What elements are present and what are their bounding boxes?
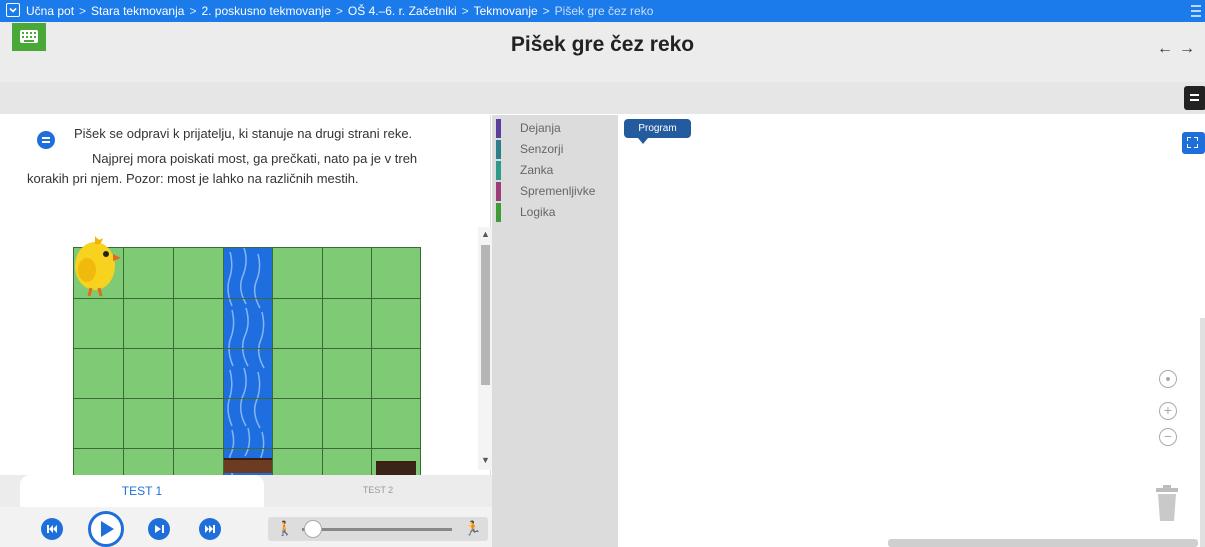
top-navigation-bar: Učna pot > Stara tekmovanja >2. poskusno te…: [0, 0, 1205, 22]
breadcrumb-item[interactable]: Stara tekmovanja: [91, 4, 184, 18]
breadcrumb-item[interactable]: OŠ 4.–6. r. Začetniki: [348, 4, 457, 18]
category-label: Dejanja: [520, 121, 561, 135]
task-text-line: korakih pri njem. Pozor: most je lahko n…: [27, 171, 359, 186]
category-label: Logika: [520, 205, 556, 219]
breadcrumb-separator: >: [335, 4, 343, 18]
trash-icon[interactable]: [1153, 484, 1181, 522]
river: [224, 248, 272, 475]
breadcrumb-separator: >: [542, 4, 550, 18]
category-color-bar: [496, 119, 501, 138]
category-label: Zanka: [520, 163, 554, 177]
game-board: [73, 247, 421, 475]
skip-to-end-button[interactable]: [199, 518, 221, 540]
category-label: Spremenljivke: [520, 184, 596, 198]
breadcrumb: Učna pot > Stara tekmovanja >2. poskusno te…: [26, 0, 653, 22]
breadcrumb-separator: >: [461, 4, 469, 18]
category-dejanja[interactable]: Dejanja: [492, 118, 618, 138]
breadcrumb-item[interactable]: Učna pot: [26, 4, 74, 18]
scroll-up-icon[interactable]: ▲: [481, 229, 490, 239]
breadcrumb-separator: >: [189, 4, 197, 18]
task-text-line: Pišek se odpravi k prijatelju, ki stanuj…: [74, 126, 413, 141]
zoom-out-icon[interactable]: −: [1159, 428, 1177, 446]
play-button[interactable]: [88, 511, 124, 547]
zoom-in-icon[interactable]: +: [1159, 402, 1177, 420]
play-icon: [101, 521, 114, 537]
task-scrollbar[interactable]: ▲ ▼: [478, 227, 492, 470]
task-description-icon: [37, 131, 55, 149]
hamburger-icon[interactable]: [1191, 2, 1201, 20]
toolbar-strip: [0, 82, 1205, 114]
skip-back-icon: [47, 525, 57, 533]
bridge: [224, 458, 272, 473]
tab-test-1[interactable]: TEST 1: [20, 475, 264, 507]
category-senzorji[interactable]: Senzorji: [492, 139, 618, 159]
program-start-block[interactable]: Program: [624, 119, 691, 144]
tab-test-2[interactable]: TEST 2: [264, 475, 492, 507]
speed-slider-knob[interactable]: [303, 520, 322, 538]
category-zanka[interactable]: Zanka: [492, 160, 618, 180]
step-forward-icon: [155, 525, 164, 533]
breadcrumb-item[interactable]: Tekmovanje: [474, 4, 538, 18]
speed-track[interactable]: [302, 528, 452, 531]
scroll-down-icon[interactable]: ▼: [481, 455, 490, 465]
skip-forward-icon: [205, 525, 215, 533]
category-color-bar: [496, 161, 501, 180]
block-toolbox: Dejanja Senzorji Zanka Spremenljivke Log…: [492, 115, 618, 547]
category-color-bar: [496, 182, 501, 201]
category-color-bar: [496, 203, 501, 222]
block-connector: [638, 138, 648, 144]
navigation-arrows: ←→: [1157, 40, 1201, 58]
back-arrow-icon[interactable]: ←: [1157, 40, 1179, 57]
running-person-icon: 🏃: [464, 520, 482, 536]
chick-character-icon: [73, 232, 121, 298]
workspace-horizontal-scrollbar[interactable]: [888, 539, 1198, 547]
program-workspace[interactable]: [618, 115, 1205, 547]
menu-button[interactable]: [1184, 86, 1205, 110]
category-label: Senzorji: [520, 142, 564, 156]
category-spremenljivke[interactable]: Spremenljivke: [492, 181, 618, 201]
step-forward-button[interactable]: [148, 518, 170, 540]
workspace-vertical-scrollbar[interactable]: [1200, 318, 1205, 547]
breadcrumb-separator: >: [79, 4, 87, 18]
bridge-target: [376, 461, 416, 475]
recenter-icon[interactable]: [1159, 370, 1177, 388]
program-block-label: Program: [638, 123, 677, 134]
category-color-bar: [496, 140, 501, 159]
rewind-to-start-button[interactable]: [41, 518, 63, 540]
walking-person-icon: 🚶: [276, 520, 294, 536]
category-logika[interactable]: Logika: [492, 202, 618, 222]
speed-slider[interactable]: 🚶 🏃: [268, 517, 488, 541]
scrollbar-thumb[interactable]: [481, 245, 490, 385]
fullscreen-icon[interactable]: [1182, 132, 1205, 154]
page-title: Pišek gre čez reko: [510, 33, 695, 56]
breadcrumb-item[interactable]: 2. poskusno tekmovanje: [201, 4, 330, 18]
task-text-line: Najprej mora poiskati most, ga prečkati,…: [92, 151, 418, 166]
breadcrumb-current: Pišek gre čez reko: [554, 4, 654, 18]
chevron-down-icon[interactable]: [6, 3, 20, 17]
forward-arrow-icon[interactable]: →: [1179, 40, 1201, 57]
